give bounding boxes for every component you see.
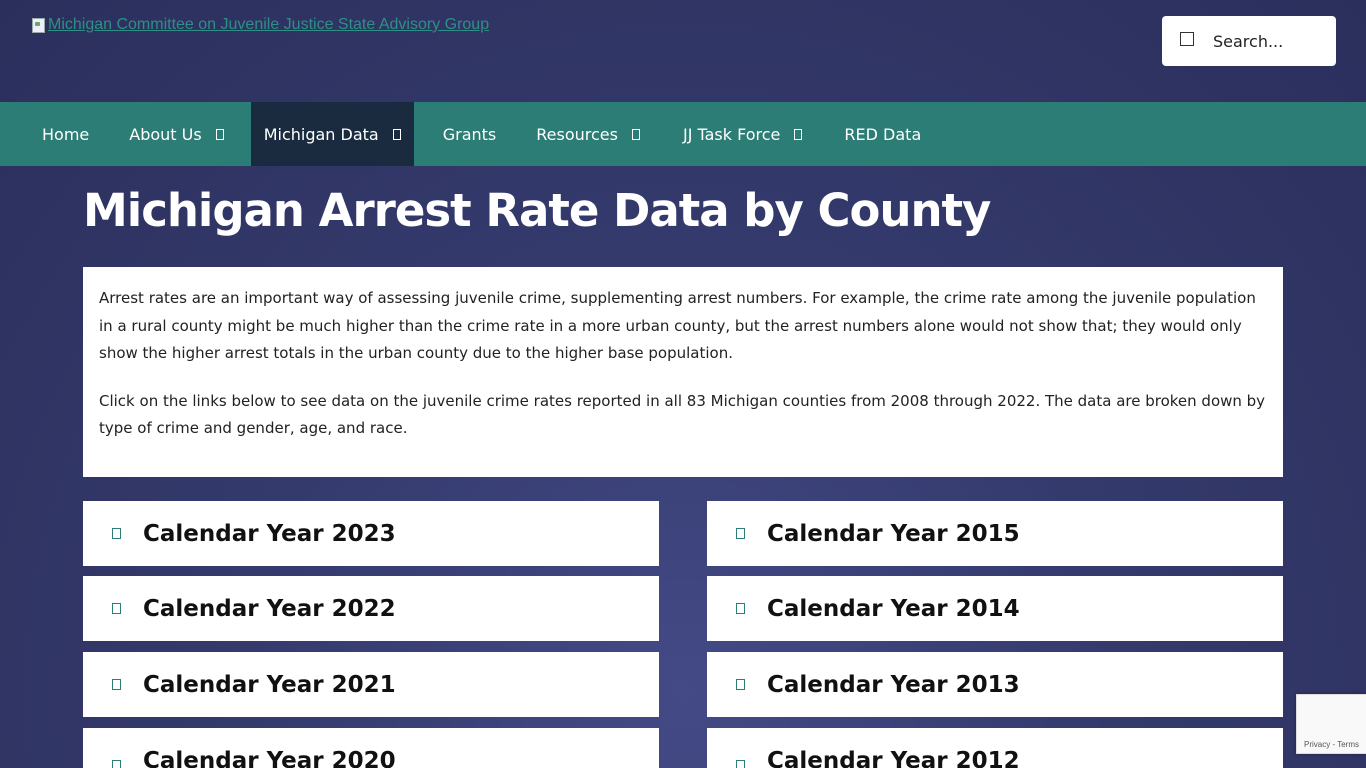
- accordion-year-2013[interactable]: Calendar Year 2013: [707, 652, 1283, 717]
- nav-label: About Us: [129, 124, 202, 144]
- site-logo-link[interactable]: Michigan Committee on Juvenile Justice S…: [30, 16, 489, 34]
- accordion-year-2022[interactable]: Calendar Year 2022: [83, 576, 659, 641]
- expand-icon: [112, 760, 121, 768]
- nav-item-grants[interactable]: Grants: [414, 102, 537, 166]
- expand-icon: [736, 679, 745, 690]
- nav-label: JJ Task Force: [682, 124, 781, 144]
- accordion-year-2020[interactable]: Calendar Year 2020: [83, 728, 659, 768]
- accordion-year-2023[interactable]: Calendar Year 2023: [83, 501, 659, 566]
- accordion-year-2014[interactable]: Calendar Year 2014: [707, 576, 1283, 641]
- chevron-down-icon: [392, 128, 401, 140]
- accordion-label: Calendar Year 2014: [767, 595, 1020, 622]
- accordion-label: Calendar Year 2012: [767, 748, 1020, 768]
- intro-paragraph: Arrest rates are an important way of ass…: [99, 289, 1256, 362]
- nav-item-about-us[interactable]: About Us: [129, 102, 250, 166]
- accordion-label: Calendar Year 2021: [143, 671, 396, 698]
- chevron-down-icon: [794, 128, 803, 140]
- search-input[interactable]: [1213, 31, 1323, 51]
- recaptcha-links[interactable]: Privacy - Terms: [1304, 740, 1359, 749]
- accordion-year-2015[interactable]: Calendar Year 2015: [707, 501, 1283, 566]
- nav-label: Home: [42, 124, 90, 144]
- accordion-label: Calendar Year 2013: [767, 671, 1020, 698]
- accordion-year-2012[interactable]: Calendar Year 2012: [707, 728, 1283, 768]
- logo-alt-text: Michigan Committee on Juvenile Justice S…: [48, 16, 490, 33]
- nav-label: Grants: [442, 124, 497, 144]
- nav-item-resources[interactable]: Resources: [536, 102, 683, 166]
- nav-item-michigan-data[interactable]: Michigan Data: [250, 102, 414, 166]
- nav-item-home[interactable]: Home: [0, 102, 129, 166]
- nav-label: Resources: [536, 124, 618, 144]
- accordion-label: Calendar Year 2020: [143, 748, 396, 768]
- expand-icon: [112, 679, 121, 690]
- expand-icon: [112, 528, 121, 539]
- search-box: [1162, 16, 1336, 66]
- recaptcha-badge[interactable]: Privacy - Terms: [1296, 694, 1366, 754]
- site-header: Michigan Committee on Juvenile Justice S…: [0, 0, 1366, 102]
- intro-card: Arrest rates are an important way of ass…: [83, 267, 1283, 477]
- broken-image-icon: [30, 17, 46, 33]
- accordion-year-2021[interactable]: Calendar Year 2021: [83, 652, 659, 717]
- expand-icon: [736, 528, 745, 539]
- intro-paragraph: Click on the links below to see data on …: [99, 391, 1266, 438]
- main-nav: Home About Us Michigan Data Grants Resou…: [0, 102, 1366, 166]
- nav-item-red-data[interactable]: RED Data: [844, 102, 941, 166]
- expand-icon: [112, 603, 121, 614]
- chevron-down-icon: [631, 128, 640, 140]
- accordion-label: Calendar Year 2015: [767, 520, 1020, 547]
- chevron-down-icon: [215, 128, 224, 140]
- nav-label: RED Data: [844, 124, 922, 144]
- nav-label: Michigan Data: [263, 124, 379, 144]
- expand-icon: [736, 760, 745, 768]
- accordion-label: Calendar Year 2023: [143, 520, 396, 547]
- page-title: Michigan Arrest Rate Data by County: [83, 184, 991, 237]
- accordion-label: Calendar Year 2022: [143, 595, 396, 622]
- expand-icon: [736, 603, 745, 614]
- search-icon[interactable]: [1180, 32, 1194, 46]
- nav-item-jj-task-force[interactable]: JJ Task Force: [683, 102, 844, 166]
